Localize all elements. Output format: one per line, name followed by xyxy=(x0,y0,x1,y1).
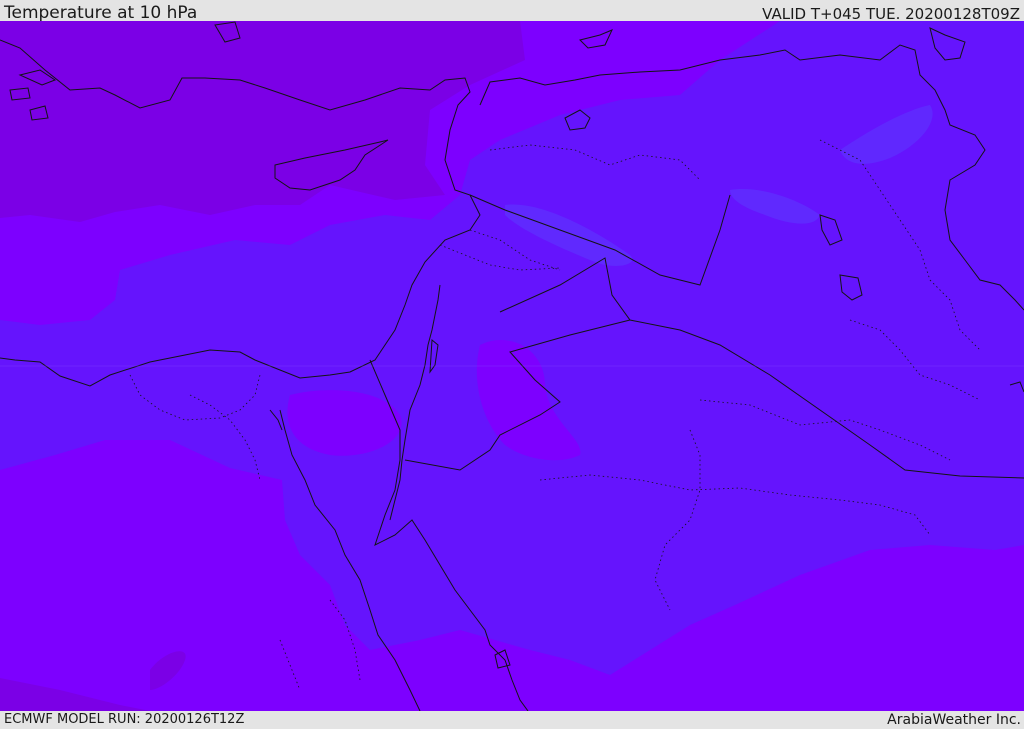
map-panel[interactable] xyxy=(0,21,1024,711)
footer-bar: ECMWF MODEL RUN: 20200126T12Z ArabiaWeat… xyxy=(0,711,1024,729)
credit-label: ArabiaWeather Inc. xyxy=(887,712,1021,728)
model-run-label: ECMWF MODEL RUN: 20200126T12Z xyxy=(4,712,245,727)
map-title: Temperature at 10 hPa xyxy=(4,3,198,23)
map-canvas[interactable] xyxy=(0,21,1024,711)
header-bar: Temperature at 10 hPa VALID T+045 TUE. 2… xyxy=(0,0,1024,23)
